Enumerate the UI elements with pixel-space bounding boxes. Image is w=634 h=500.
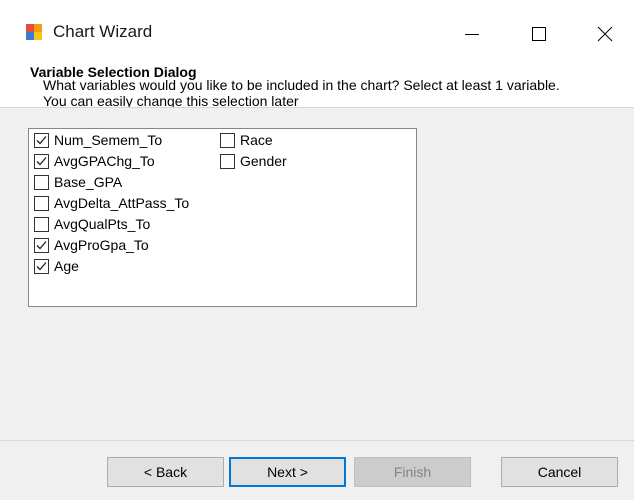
chart-app-icon [25, 22, 45, 42]
checkbox[interactable] [34, 237, 49, 253]
checkmark-icon [36, 156, 47, 165]
dialog-header: Variable Selection Dialog What variables… [0, 64, 634, 108]
variable-label: Age [54, 258, 79, 274]
window-title: Chart Wizard [53, 22, 153, 41]
variable-item-gender[interactable]: Gender [220, 151, 287, 171]
checkmark-icon [36, 261, 47, 270]
checkbox[interactable] [220, 132, 235, 148]
variable-item-avgqualpts-to[interactable]: AvgQualPts_To [34, 214, 150, 234]
variable-label: AvgGPAChg_To [54, 153, 155, 169]
checkbox[interactable] [34, 258, 49, 274]
checkbox[interactable] [34, 216, 49, 232]
checkbox[interactable] [34, 174, 49, 190]
variable-label: AvgDelta_AttPass_To [54, 195, 190, 211]
variable-label: AvgProGpa_To [54, 237, 149, 253]
next-button[interactable]: Next > [229, 457, 346, 487]
back-button[interactable]: < Back [107, 457, 224, 487]
variable-checklist[interactable]: Num_Semem_To AvgGPAChg_To Base_GPA AvgDe… [28, 128, 417, 307]
close-icon [597, 26, 613, 42]
maximize-icon [532, 27, 546, 41]
finish-button[interactable]: Finish [354, 457, 471, 487]
close-button[interactable] [585, 14, 625, 54]
cancel-button[interactable]: Cancel [501, 457, 618, 487]
minimize-button[interactable] [452, 14, 492, 54]
checkbox[interactable] [34, 153, 49, 169]
dialog-body: Num_Semem_To AvgGPAChg_To Base_GPA AvgDe… [0, 108, 634, 440]
variable-item-race[interactable]: Race [220, 130, 273, 150]
variable-label: Num_Semem_To [54, 132, 163, 148]
variable-item-avgdelta-attpass-to[interactable]: AvgDelta_AttPass_To [34, 193, 189, 213]
variable-item-avgprogpa-to[interactable]: AvgProGpa_To [34, 235, 149, 255]
variable-item-num-semem-to[interactable]: Num_Semem_To [34, 130, 162, 150]
variable-item-avggpachg-to[interactable]: AvgGPAChg_To [34, 151, 155, 171]
variable-item-age[interactable]: Age [34, 256, 79, 276]
checkbox[interactable] [34, 195, 49, 211]
checkbox[interactable] [220, 153, 235, 169]
variable-label: Race [240, 132, 273, 148]
variable-item-base-gpa[interactable]: Base_GPA [34, 172, 122, 192]
variable-label: AvgQualPts_To [54, 216, 151, 232]
title-bar: Chart Wizard [0, 0, 634, 64]
checkbox[interactable] [34, 132, 49, 148]
checkmark-icon [36, 135, 47, 144]
checkmark-icon [36, 240, 47, 249]
maximize-button[interactable] [519, 14, 559, 54]
dialog-description: What variables would you like to be incl… [43, 77, 560, 108]
minimize-icon [465, 34, 479, 35]
variable-label: Base_GPA [54, 174, 123, 190]
variable-label: Gender [240, 153, 287, 169]
dialog-footer: < Back Next > Finish Cancel [0, 441, 634, 500]
